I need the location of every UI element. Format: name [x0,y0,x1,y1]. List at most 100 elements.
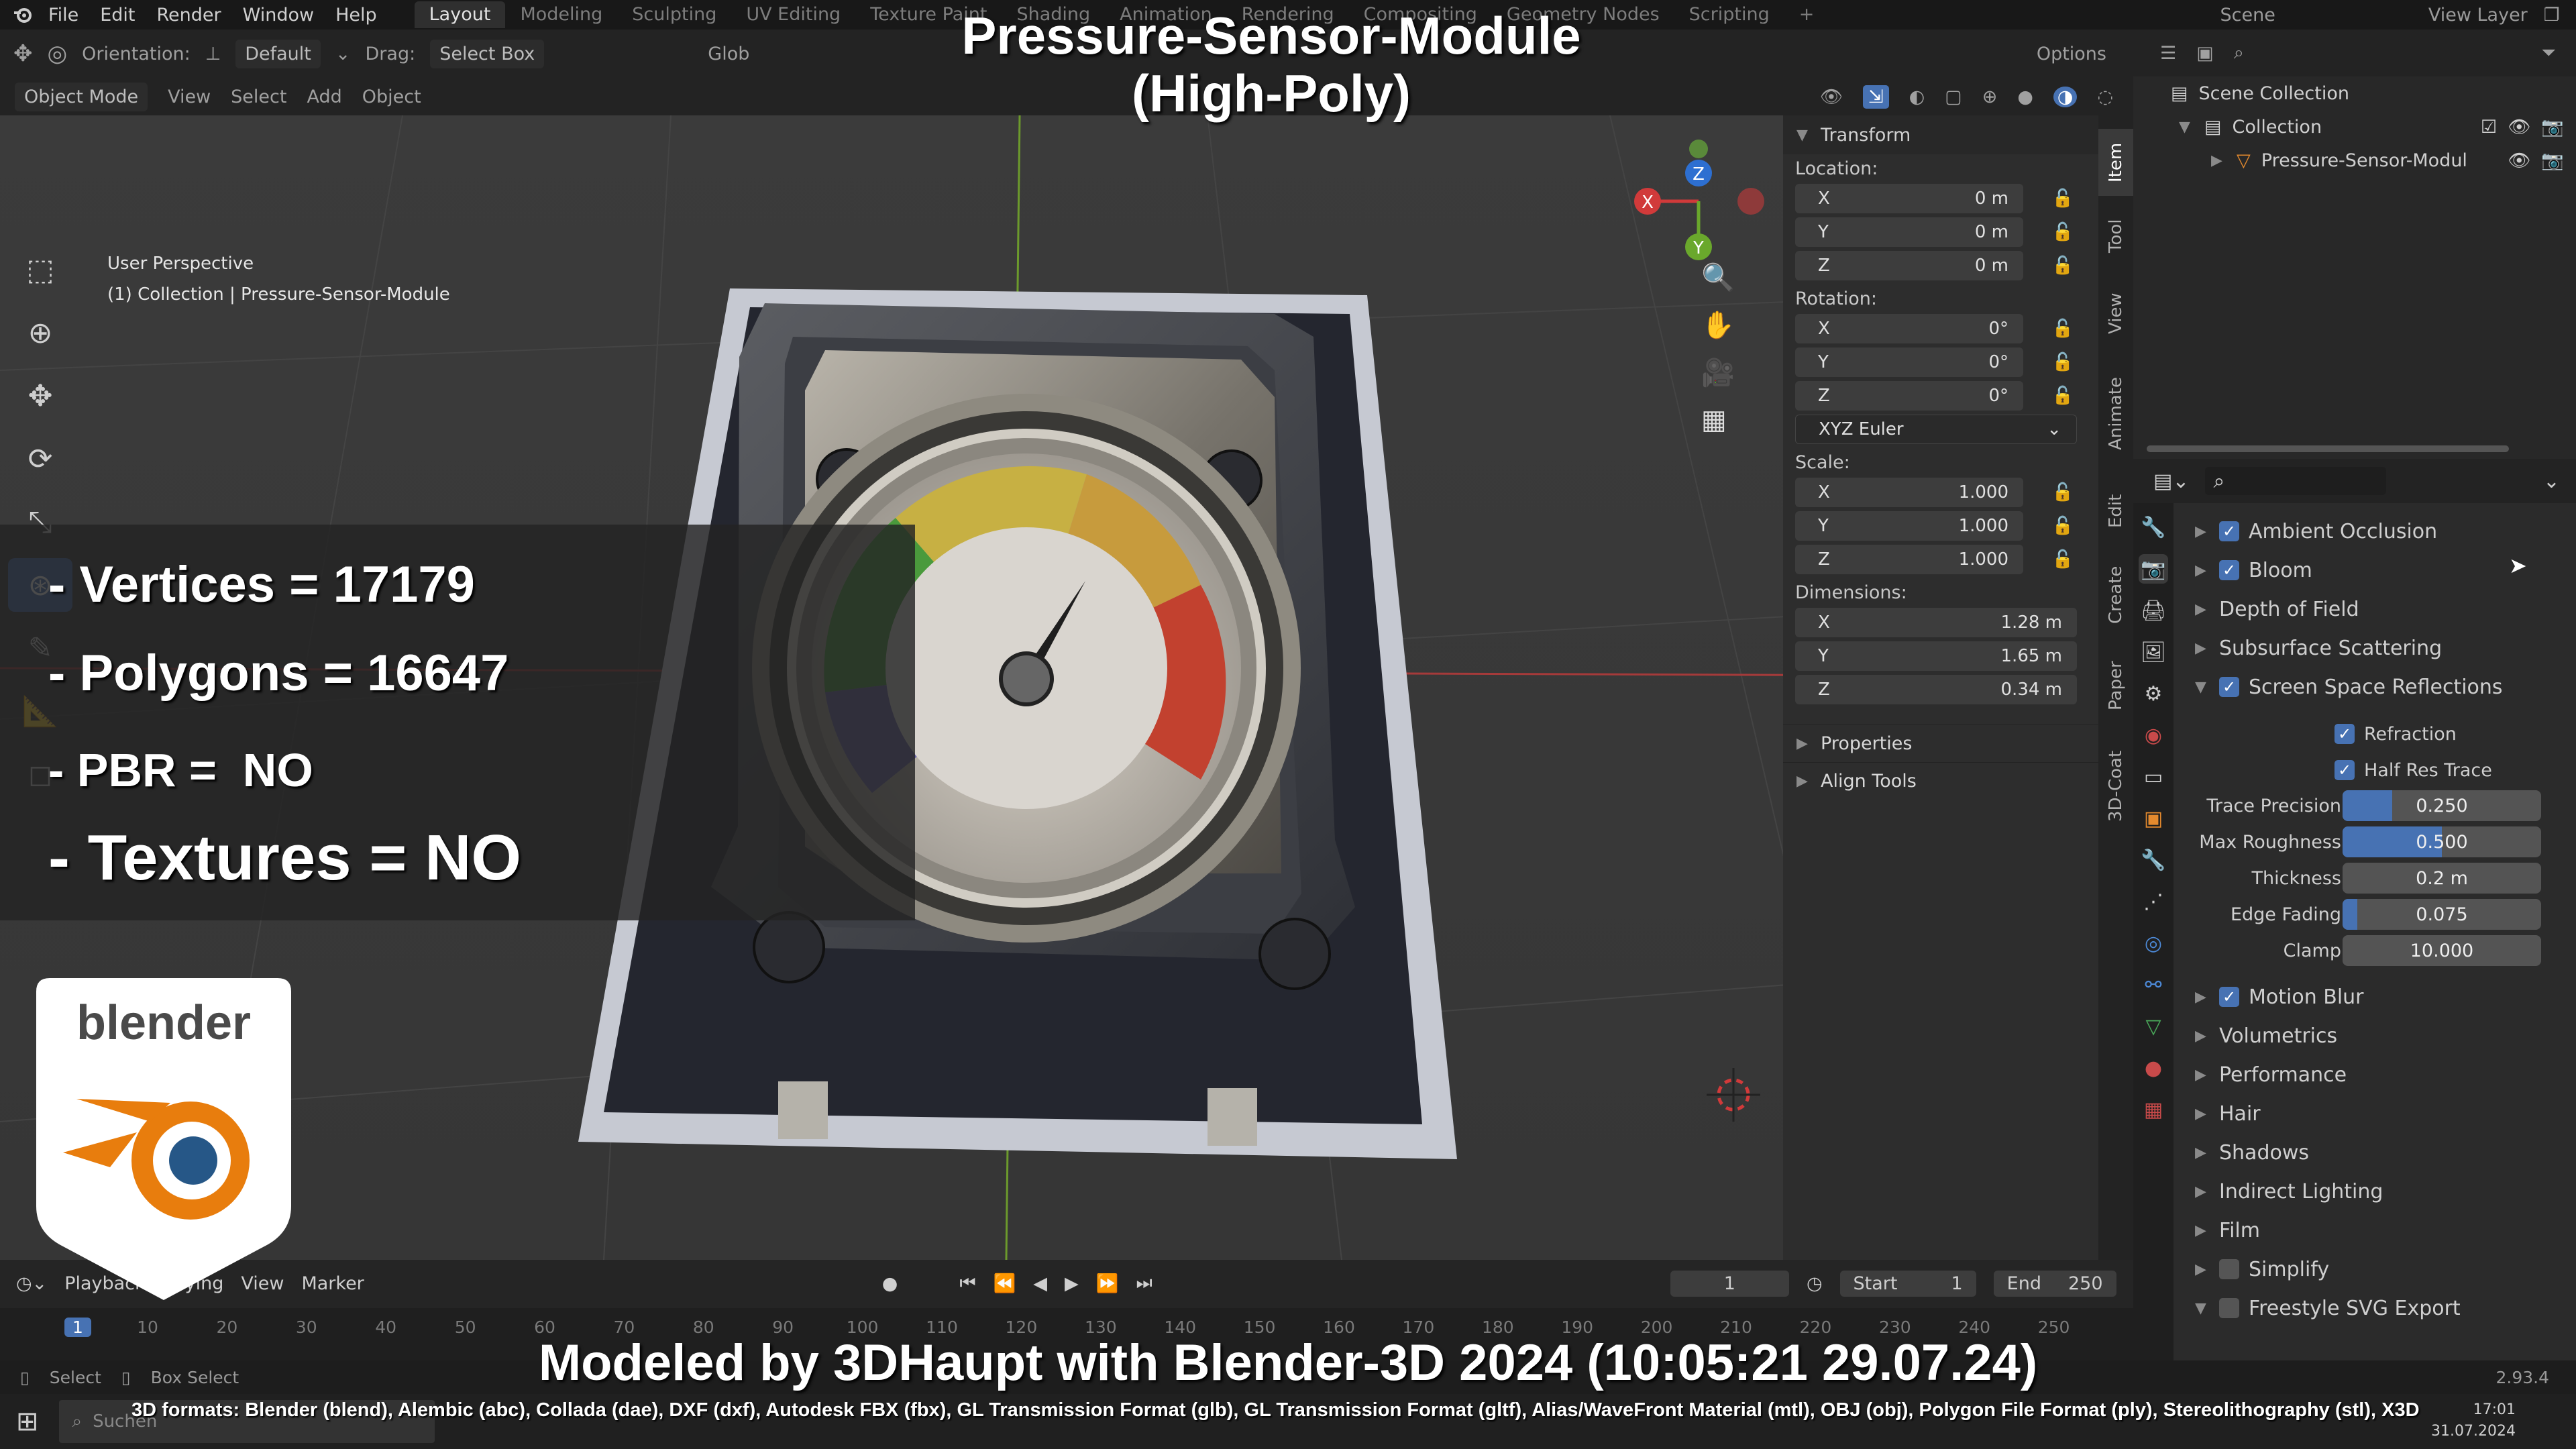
copy-icon[interactable]: ❐ [2544,5,2560,25]
subsurface-panel[interactable]: ▶ Subsurface Scattering [2195,629,2442,667]
location-y-field[interactable]: Y0 m [1795,217,2023,247]
align-tools-section[interactable]: ▶ Align Tools [1783,762,2098,800]
checkbox-icon[interactable]: ✓ [2334,724,2355,744]
mode-dropdown[interactable]: Object Mode [15,82,148,111]
add-workspace-icon[interactable]: + [1784,1,1829,28]
volumetrics-panel[interactable]: ▶ Volumetrics [2195,1017,2337,1055]
bloom-panel[interactable]: ▶ ✓ Bloom [2195,551,2312,589]
checkbox-icon[interactable]: ✓ [2219,987,2239,1007]
lock-icon[interactable]: 🔓 [2046,184,2080,213]
menu-select[interactable]: Select [231,87,286,107]
checkbox-icon[interactable]: ✓ [2219,677,2239,697]
scene-selector[interactable]: Scene [2220,5,2275,25]
shading-solid-icon[interactable]: ● [2017,87,2033,107]
checkbox-icon[interactable] [2219,1298,2239,1318]
hair-panel[interactable]: ▶ Hair [2195,1095,2261,1132]
material-icon[interactable]: ● [2139,1053,2168,1083]
windows-start-icon[interactable]: ⊞ [16,1406,39,1437]
display-mode-icon[interactable]: ☰ [2160,43,2176,64]
jump-end-icon[interactable]: ⏭ [1136,1273,1152,1294]
lock-icon[interactable]: 🔓 [2046,478,2080,507]
jump-key-forward-icon[interactable]: ⏩ [1096,1273,1119,1294]
world-icon[interactable]: ◉ [2139,720,2168,750]
ambient-occlusion-panel[interactable]: ▶ ✓ Ambient Occlusion [2195,513,2437,550]
menu-help[interactable]: Help [325,5,388,25]
refraction-checkbox[interactable]: ✓ Refraction [2334,715,2457,753]
zoom-icon[interactable]: 🔍 [1701,262,1735,293]
modifier-icon[interactable]: 🔧 [2139,845,2168,875]
tool-icon[interactable]: 🔧 [2139,513,2168,542]
editor-type-icon[interactable]: ▤⌄ [2153,470,2189,493]
checkbox-icon[interactable]: ✓ [2334,760,2355,780]
output-icon[interactable]: 🖨 [2139,596,2168,625]
constraints-icon[interactable]: ⚯ [2139,970,2168,1000]
tab-create[interactable]: Create [2098,551,2133,639]
menu-window[interactable]: Window [232,5,325,25]
menu-render[interactable]: Render [146,5,231,25]
lock-icon[interactable]: 🔓 [2046,381,2080,411]
clock-icon[interactable]: ◷ [1807,1273,1823,1294]
motion-blur-panel[interactable]: ▶ ✓ Motion Blur [2195,978,2364,1016]
scene-icon[interactable]: ⚙ [2139,679,2168,708]
blender-logo-icon[interactable] [8,0,38,30]
ortho-grid-icon[interactable]: ▦ [1701,405,1735,435]
menu-add[interactable]: Add [307,87,341,107]
gizmo-icon[interactable]: ◎ [48,40,68,67]
checkbox-icon[interactable]: ☑ [2481,117,2497,138]
film-panel[interactable]: ▶ Film [2195,1212,2260,1249]
select-box-icon[interactable]: ⬚ [8,243,72,297]
object-row[interactable]: ▶ ▽ Pressure-Sensor-Modul 👁 📷 [2133,144,2576,177]
checkbox-icon[interactable]: ✓ [2219,560,2239,580]
tab-scripting[interactable]: Scripting [1674,1,1784,28]
camera-icon[interactable]: 🎥 [1701,357,1735,388]
tab-layout[interactable]: Layout [414,1,506,28]
tab-modeling[interactable]: Modeling [505,1,617,28]
tab-tool[interactable]: Tool [2098,203,2133,270]
move-icon[interactable]: ✥ [8,369,72,423]
rotate-icon[interactable]: ⟳ [8,432,72,486]
play-icon[interactable]: ▶ [1065,1273,1079,1294]
trace-precision-slider[interactable]: 0.250 [2343,790,2541,821]
menu-file[interactable]: File [38,5,89,25]
lock-icon[interactable]: 🔓 [2046,251,2080,280]
menu-edit[interactable]: Edit [89,5,146,25]
lock-icon[interactable]: 🔓 [2046,217,2080,247]
render-icon[interactable]: 📷 [2139,554,2168,584]
shadows-panel[interactable]: ▶ Shadows [2195,1134,2309,1171]
start-frame-field[interactable]: Start 1 [1839,1270,1976,1297]
outliner-scrollbar[interactable] [2147,445,2509,452]
play-reverse-icon[interactable]: ◀ [1033,1273,1047,1294]
object-icon[interactable]: ▣ [2139,804,2168,833]
ssr-panel[interactable]: ▼ ✓ Screen Space Reflections [2195,668,2503,706]
gizmo-toggle-icon[interactable]: ⇲ [1862,85,1889,109]
scale-y-field[interactable]: Y 1.000 [1795,511,2023,541]
menu-object[interactable]: Object [362,87,421,107]
lock-icon[interactable]: 🔓 [2046,314,2080,343]
menu-view[interactable]: View [168,87,211,107]
lock-icon[interactable]: 🔓 [2046,347,2080,377]
physics-icon[interactable]: ◎ [2139,928,2168,958]
dimension-x-field[interactable]: X 1.28 m [1795,608,2077,637]
transform-tool-icon[interactable]: ✥ [13,40,33,67]
view-layer-selector[interactable]: View Layer [2428,5,2528,25]
checkbox-icon[interactable] [2219,1259,2239,1279]
rotation-z-field[interactable]: Z 0° [1795,381,2023,411]
transform-header[interactable]: ▼ Transform [1783,115,2098,154]
clamp-field[interactable]: 10.000 [2343,935,2541,966]
location-z-field[interactable]: Z0 m [1795,251,2023,280]
checkbox-icon[interactable]: ✓ [2219,521,2239,541]
dimension-y-field[interactable]: Y 1.65 m [1795,641,2077,671]
scene-collection-row[interactable]: ▤ Scene Collection [2133,76,2576,110]
tab-3d-coat[interactable]: 3D-Coat [2098,733,2133,840]
half-res-checkbox[interactable]: ✓ Half Res Trace [2334,751,2492,789]
rotation-mode-dropdown[interactable]: XYZ Euler ⌄ [1795,415,2077,444]
marker-menu[interactable]: Marker [301,1273,364,1294]
xray-icon[interactable]: ▢ [1945,87,1962,107]
properties-section[interactable]: ▶ Properties [1783,724,2098,762]
performance-panel[interactable]: ▶ Performance [2195,1056,2347,1093]
depth-of-field-panel[interactable]: ▶ Depth of Field [2195,590,2359,628]
cursor-icon[interactable]: ⊕ [8,306,72,360]
end-frame-field[interactable]: End 250 [1993,1270,2116,1297]
shading-rendered-icon[interactable]: ◌ [2097,87,2113,107]
dimension-z-field[interactable]: Z 0.34 m [1795,675,2077,704]
